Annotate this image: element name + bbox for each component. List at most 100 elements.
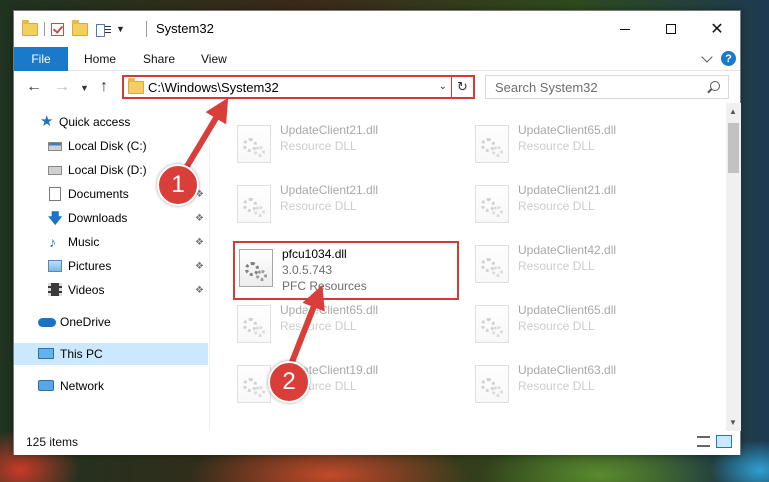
- step-2-marker: 2: [268, 361, 310, 403]
- address-folder-icon: [128, 78, 144, 94]
- sidebar-item-quick-access[interactable]: ★ Quick access: [14, 111, 208, 133]
- file-tile[interactable]: UpdateClient65.dll Resource DLL: [471, 119, 691, 167]
- window-controls: ✕: [602, 11, 740, 47]
- file-name: UpdateClient42.dll: [518, 243, 617, 257]
- toolbar-separator: [44, 22, 45, 36]
- file-explorer-window: ▼ System32 ✕ File Home Share View ? ← → …: [13, 10, 741, 455]
- file-name: UpdateClient65.dll: [518, 303, 617, 317]
- cloud-icon: [38, 315, 56, 329]
- properties-icon[interactable]: [96, 23, 112, 37]
- navigation-bar: ← → ▼ ↑ C:\Windows\System32 ⌄ ↻ Search S…: [14, 72, 740, 102]
- window-title: System32: [156, 21, 214, 36]
- search-box[interactable]: Search System32: [485, 75, 729, 99]
- maximize-button[interactable]: [648, 11, 694, 47]
- sidebar-item-label: OneDrive: [60, 315, 111, 329]
- file-tile[interactable]: UpdateClient21.dll Resource DLL: [471, 179, 691, 227]
- drive-icon: [48, 163, 64, 177]
- file-name: UpdateClient65.dll: [518, 123, 617, 137]
- close-button[interactable]: ✕: [694, 11, 740, 47]
- file-tile[interactable]: UpdateClient21.dll Resource DLL: [233, 179, 453, 227]
- sidebar-item-label: Music: [68, 235, 100, 249]
- sidebar-item-local-disk-c[interactable]: Local Disk (C:): [14, 135, 208, 157]
- details-view-icon[interactable]: [697, 436, 710, 447]
- file-type: Resource DLL: [518, 199, 595, 213]
- music-icon: ♪: [49, 234, 56, 250]
- title-bar: ▼ System32 ✕: [14, 11, 740, 47]
- sidebar-item-videos[interactable]: Videos ❖: [14, 279, 208, 301]
- star-icon: ★: [40, 113, 54, 130]
- file-type: Resource DLL: [518, 139, 595, 153]
- refresh-icon: ↻: [457, 79, 468, 94]
- file-tile[interactable]: UpdateClient63.dll Resource DLL: [471, 359, 691, 407]
- customize-toolbar-dropdown-icon[interactable]: ▼: [116, 24, 125, 34]
- sidebar-item-pictures[interactable]: Pictures ❖: [14, 255, 208, 277]
- address-path[interactable]: C:\Windows\System32: [148, 80, 279, 95]
- sidebar-item-label: Documents: [68, 187, 129, 201]
- sidebar-item-label: Local Disk (D:): [68, 163, 147, 177]
- dll-file-icon: [475, 365, 509, 403]
- sidebar-item-label: Local Disk (C:): [68, 139, 147, 153]
- help-icon[interactable]: ?: [721, 51, 736, 66]
- sidebar-item-this-pc[interactable]: This PC: [14, 343, 208, 365]
- highlight-box: [233, 241, 459, 300]
- file-type: Resource DLL: [518, 379, 595, 393]
- tab-home[interactable]: Home: [84, 47, 116, 71]
- pin-icon[interactable]: ❖: [195, 261, 204, 272]
- step-1-marker: 1: [157, 164, 199, 206]
- file-type: Resource DLL: [280, 139, 357, 153]
- file-type: Resource DLL: [518, 319, 595, 333]
- quick-access-toolbar: ▼: [22, 19, 125, 38]
- file-name: UpdateClient21.dll: [280, 123, 379, 137]
- refresh-button[interactable]: ↻: [451, 77, 473, 97]
- sidebar-item-downloads[interactable]: 🡇 Downloads ❖: [14, 207, 208, 229]
- sidebar-item-music[interactable]: ♪ Music ❖: [14, 231, 208, 253]
- sidebar-item-onedrive[interactable]: OneDrive: [14, 311, 208, 333]
- sidebar-item-network[interactable]: Network: [14, 375, 208, 397]
- recent-locations-chevron-icon[interactable]: ▼: [80, 83, 89, 93]
- back-arrow-icon[interactable]: ←: [26, 78, 42, 96]
- scroll-thumb[interactable]: [728, 123, 739, 173]
- forward-arrow-icon[interactable]: →: [54, 78, 70, 96]
- tab-share[interactable]: Share: [143, 47, 175, 71]
- address-bar[interactable]: C:\Windows\System32 ⌄ ↻: [122, 75, 475, 99]
- folder-icon: [22, 19, 38, 36]
- file-tile[interactable]: UpdateClient21.dll Resource DLL: [233, 119, 453, 167]
- sidebar-item-label: Videos: [68, 283, 105, 297]
- new-folder-icon[interactable]: [72, 19, 88, 36]
- sidebar-item-label: Downloads: [68, 211, 128, 225]
- tab-view[interactable]: View: [201, 47, 227, 71]
- pin-icon[interactable]: ❖: [195, 237, 204, 248]
- drive-icon: [48, 139, 64, 153]
- scroll-down-icon[interactable]: ▼: [729, 418, 737, 427]
- close-icon: ✕: [710, 21, 724, 38]
- file-type: Resource DLL: [280, 199, 357, 213]
- large-icons-view-icon[interactable]: [716, 435, 732, 448]
- pin-icon[interactable]: ❖: [195, 285, 204, 296]
- tab-file[interactable]: File: [14, 47, 68, 71]
- up-arrow-icon[interactable]: ↑: [100, 78, 108, 96]
- computer-icon: [38, 347, 54, 361]
- vertical-scrollbar[interactable]: ▲ ▼: [726, 103, 741, 431]
- checkmark-icon[interactable]: [51, 22, 64, 36]
- maximize-icon: [666, 24, 676, 34]
- pin-icon[interactable]: ❖: [195, 213, 204, 224]
- file-tile[interactable]: UpdateClient65.dll Resource DLL: [233, 299, 453, 347]
- videos-icon: [48, 283, 64, 297]
- file-tile[interactable]: UpdateClient19.dll Resource DLL: [233, 359, 453, 407]
- document-icon: [49, 187, 65, 201]
- dll-file-icon: [475, 245, 509, 283]
- sidebar-item-label: Pictures: [68, 259, 112, 273]
- search-input[interactable]: Search System32: [495, 80, 598, 95]
- file-tile[interactable]: UpdateClient42.dll Resource DLL: [471, 239, 691, 287]
- file-tile[interactable]: UpdateClient65.dll Resource DLL: [471, 299, 691, 347]
- item-count: 125 items: [26, 435, 79, 449]
- scroll-up-icon[interactable]: ▲: [729, 107, 737, 116]
- expand-ribbon-chevron-icon[interactable]: [701, 50, 713, 63]
- download-icon: 🡇: [48, 210, 63, 226]
- search-icon[interactable]: [710, 81, 720, 91]
- minimize-button[interactable]: [602, 11, 648, 47]
- address-dropdown-icon[interactable]: ⌄: [439, 81, 447, 92]
- dll-file-icon: [475, 185, 509, 223]
- sidebar-item-label: This PC: [60, 347, 103, 361]
- dll-file-icon: [237, 305, 271, 343]
